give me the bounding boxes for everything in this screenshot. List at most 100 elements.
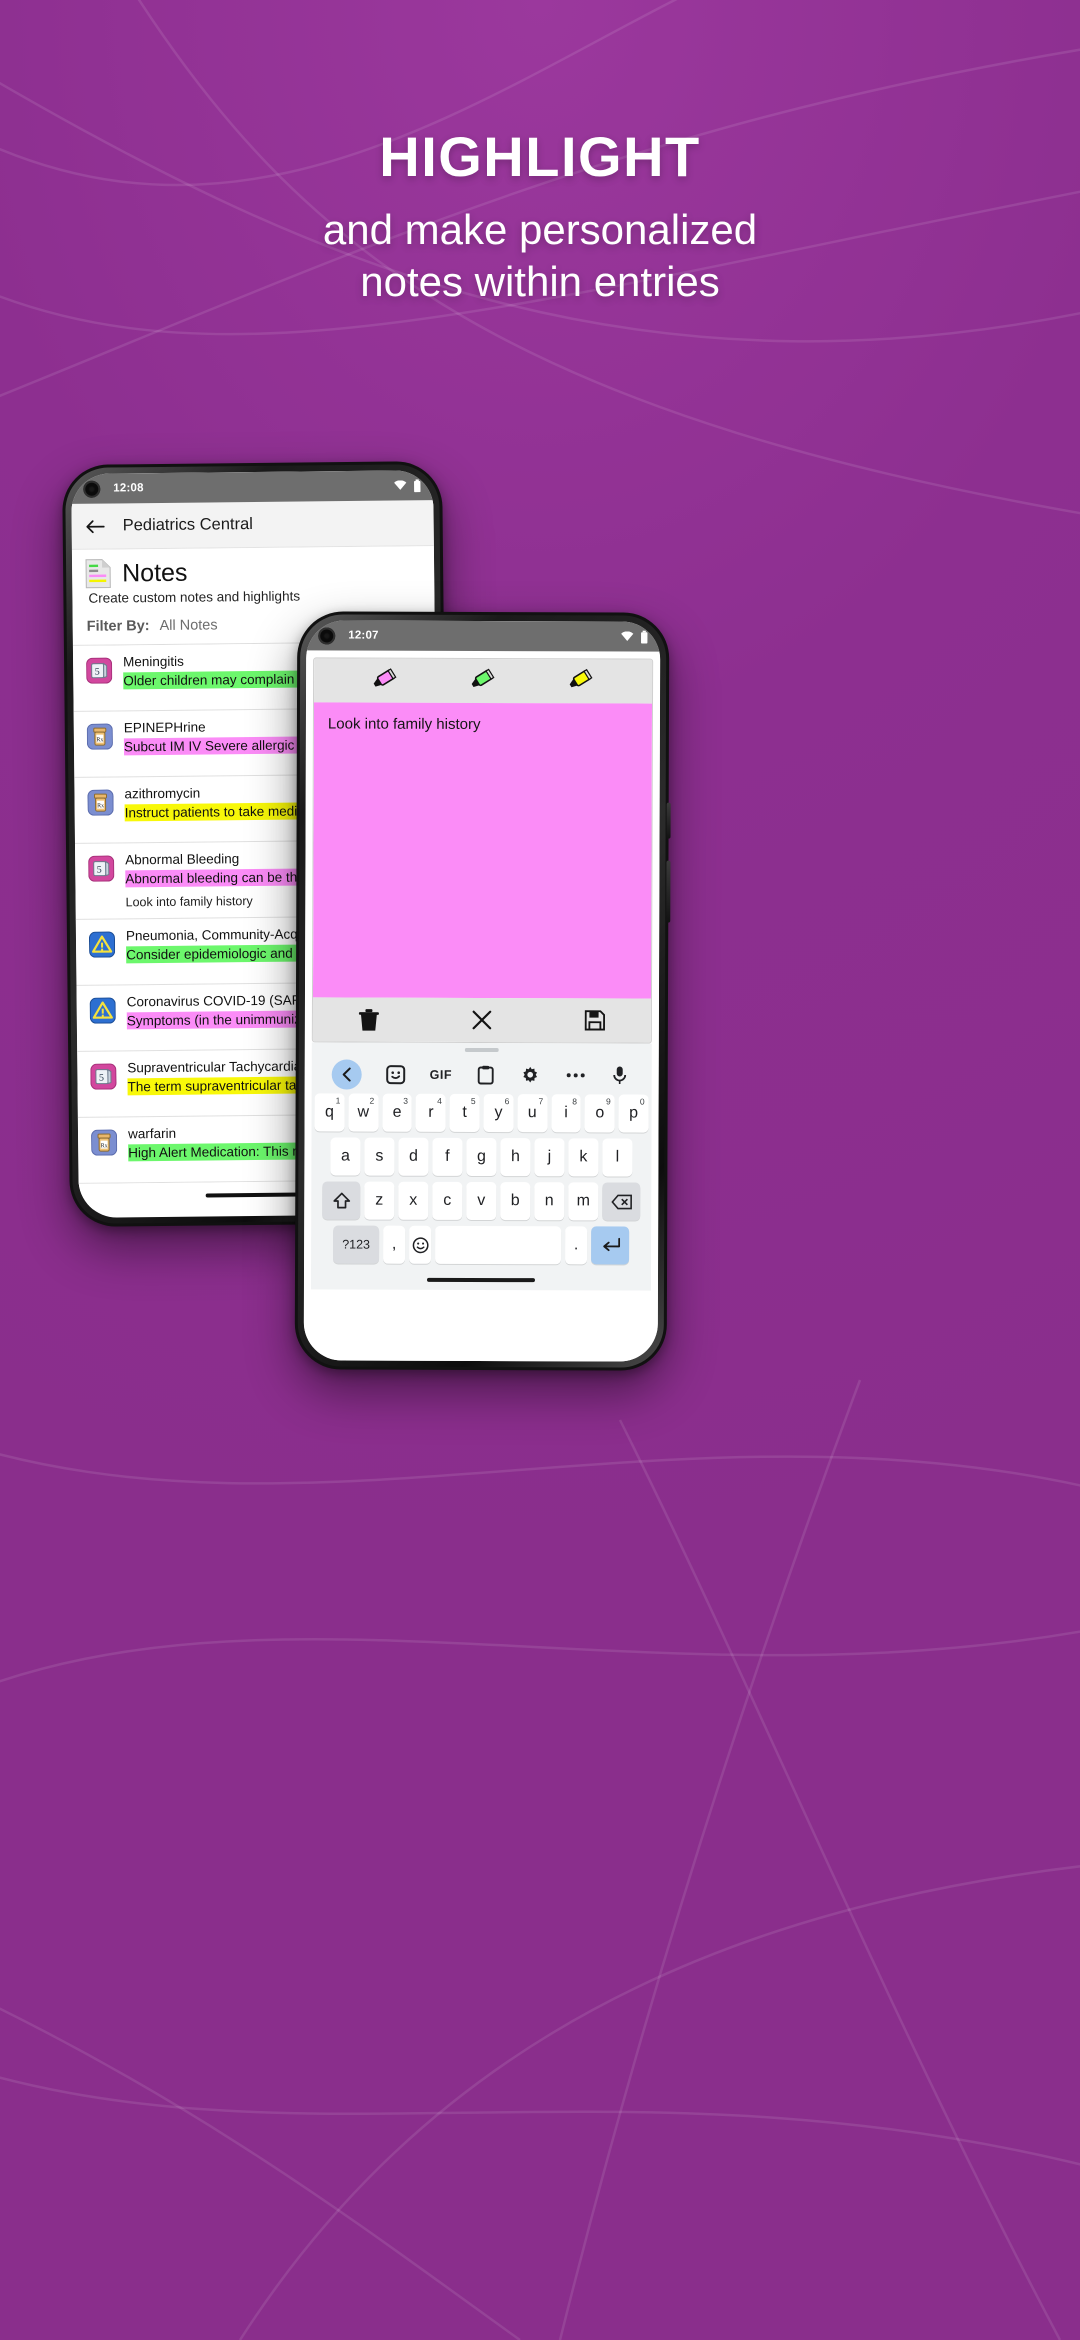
key-x[interactable]: x [398, 1181, 429, 1220]
keyboard-row-2[interactable]: a s dfghjkl [314, 1137, 648, 1177]
key-l[interactable]: l [602, 1138, 633, 1177]
promo-subhead-line-1: and make personalized [322, 205, 758, 253]
key-number-hint: 0 [639, 1096, 645, 1107]
key-e[interactable]: 3e [382, 1093, 413, 1132]
power-button[interactable] [666, 860, 671, 923]
key-j[interactable]: j [534, 1138, 565, 1177]
highlighter-yellow-icon[interactable] [566, 668, 596, 694]
promo-headline: HIGHLIGHT [379, 125, 701, 188]
svg-text:Rx: Rx [101, 1143, 108, 1149]
more-dots-icon[interactable] [564, 1064, 586, 1086]
key-label: j [547, 1148, 552, 1166]
keyboard-row-3[interactable]: zxcvbnm [314, 1181, 648, 1221]
backspace-icon [610, 1194, 632, 1209]
key-label: l [615, 1148, 620, 1166]
front-camera-icon [83, 480, 101, 498]
home-indicator [314, 1269, 648, 1290]
space-key[interactable] [435, 1225, 562, 1265]
drug-rx-bottle-icon: Rx [86, 723, 113, 750]
key-label: ?123 [342, 1237, 371, 1252]
key-s[interactable]: s [364, 1137, 395, 1176]
key-label: a [340, 1147, 350, 1165]
key-a[interactable]: a [330, 1137, 361, 1176]
key-u[interactable]: 7u [517, 1094, 548, 1133]
key-i[interactable]: 8i [551, 1094, 582, 1133]
key-n[interactable]: n [534, 1182, 565, 1221]
key-k[interactable]: k [568, 1138, 599, 1177]
key-d[interactable]: d [398, 1137, 429, 1176]
front-camera-icon [318, 626, 336, 644]
trash-icon[interactable] [358, 1008, 380, 1032]
key-y[interactable]: 6y [483, 1094, 514, 1133]
key-label: d [408, 1147, 418, 1165]
topic-5-minute-icon: 5 [86, 657, 113, 684]
status-bar-note-editor: 12:07 [306, 620, 661, 652]
key-c[interactable]: c [432, 1181, 463, 1220]
keyboard-toolbar[interactable]: GIF [315, 1055, 649, 1094]
note-editor-actions[interactable] [312, 997, 651, 1043]
status-time: 12:08 [113, 482, 144, 495]
sticker-smiley-icon[interactable] [385, 1064, 407, 1086]
key-label: n [544, 1192, 554, 1210]
note-row-highlight: Symptoms (in the unimmunized) [126, 1010, 321, 1030]
key-b[interactable]: b [500, 1182, 531, 1221]
key-label: g [476, 1147, 486, 1166]
symbols-key[interactable]: ?123 [333, 1225, 380, 1264]
key-q[interactable]: 1q [314, 1093, 345, 1132]
highlighter-pink-icon[interactable] [370, 668, 400, 694]
close-x-icon[interactable] [471, 1008, 493, 1032]
microphone-icon[interactable] [609, 1064, 631, 1086]
save-floppy-icon[interactable] [583, 1008, 605, 1032]
highlighter-toolbar[interactable] [314, 658, 653, 704]
key-v[interactable]: v [466, 1181, 497, 1221]
key-number-hint: 9 [606, 1096, 611, 1107]
key-h[interactable]: h [500, 1138, 531, 1177]
note-text-area[interactable]: Look into family history [312, 702, 653, 999]
promo-subhead-line-2: notes within entries [360, 258, 720, 306]
clipboard-icon[interactable] [475, 1064, 497, 1086]
gear-icon[interactable] [519, 1064, 541, 1086]
volume-button[interactable] [666, 802, 671, 839]
notes-hero: Notes Create custom notes and highlights [71, 546, 435, 608]
note-row-highlight: Abnormal bleeding can be the re [125, 868, 321, 888]
key-w[interactable]: 2w [348, 1093, 379, 1132]
keyboard-back-button[interactable] [332, 1059, 363, 1090]
enter-return-icon [602, 1237, 620, 1252]
filter-value[interactable]: All Notes [159, 617, 217, 634]
key-o[interactable]: 9o [584, 1094, 615, 1133]
note-row-highlight: Older children may complain of o [123, 670, 321, 690]
keyboard-row-1[interactable]: 1q2w3e4r5t6y7u8i9o0p [314, 1093, 649, 1133]
on-screen-keyboard[interactable]: GIF 1q2w3e4r5t6y7u8i9o0p asdfghjkl z x c… [310, 1042, 652, 1291]
key-label: t [462, 1103, 467, 1121]
key-r[interactable]: 4r [415, 1093, 446, 1132]
enter-key[interactable] [591, 1226, 630, 1265]
key-number-hint: 2 [369, 1095, 375, 1106]
emoji-key[interactable] [409, 1225, 432, 1264]
back-arrow-icon[interactable] [86, 518, 105, 534]
notes-hero-subtitle: Create custom notes and highlights [88, 588, 301, 606]
key-label: q [325, 1103, 334, 1121]
key-f[interactable]: f [432, 1137, 463, 1176]
backspace-key[interactable] [602, 1182, 641, 1221]
shift-key[interactable] [322, 1181, 361, 1220]
period-key[interactable]: . [565, 1226, 588, 1265]
key-label: i [564, 1104, 568, 1122]
keyboard-row-4[interactable]: ?123,. [314, 1225, 648, 1265]
key-label: r [428, 1103, 434, 1121]
key-t[interactable]: 5t [449, 1093, 480, 1132]
svg-text:5: 5 [95, 667, 100, 678]
key-p[interactable]: 0p [618, 1094, 649, 1133]
gif-icon[interactable]: GIF [430, 1064, 452, 1086]
key-z[interactable]: z [364, 1181, 395, 1220]
notes-document-icon [85, 559, 111, 589]
highlighter-green-icon[interactable] [468, 668, 498, 694]
status-bar-notes-list: 12:08 [71, 470, 434, 504]
comma-key[interactable]: , [383, 1225, 406, 1264]
key-g[interactable]: g [466, 1137, 497, 1177]
key-label: s [375, 1147, 384, 1165]
key-m[interactable]: m [568, 1182, 599, 1221]
key-label: o [595, 1104, 605, 1122]
battery-icon [414, 478, 421, 492]
key-number-hint: 3 [403, 1095, 409, 1106]
topic-5-minute-icon: 5 [90, 1063, 117, 1090]
